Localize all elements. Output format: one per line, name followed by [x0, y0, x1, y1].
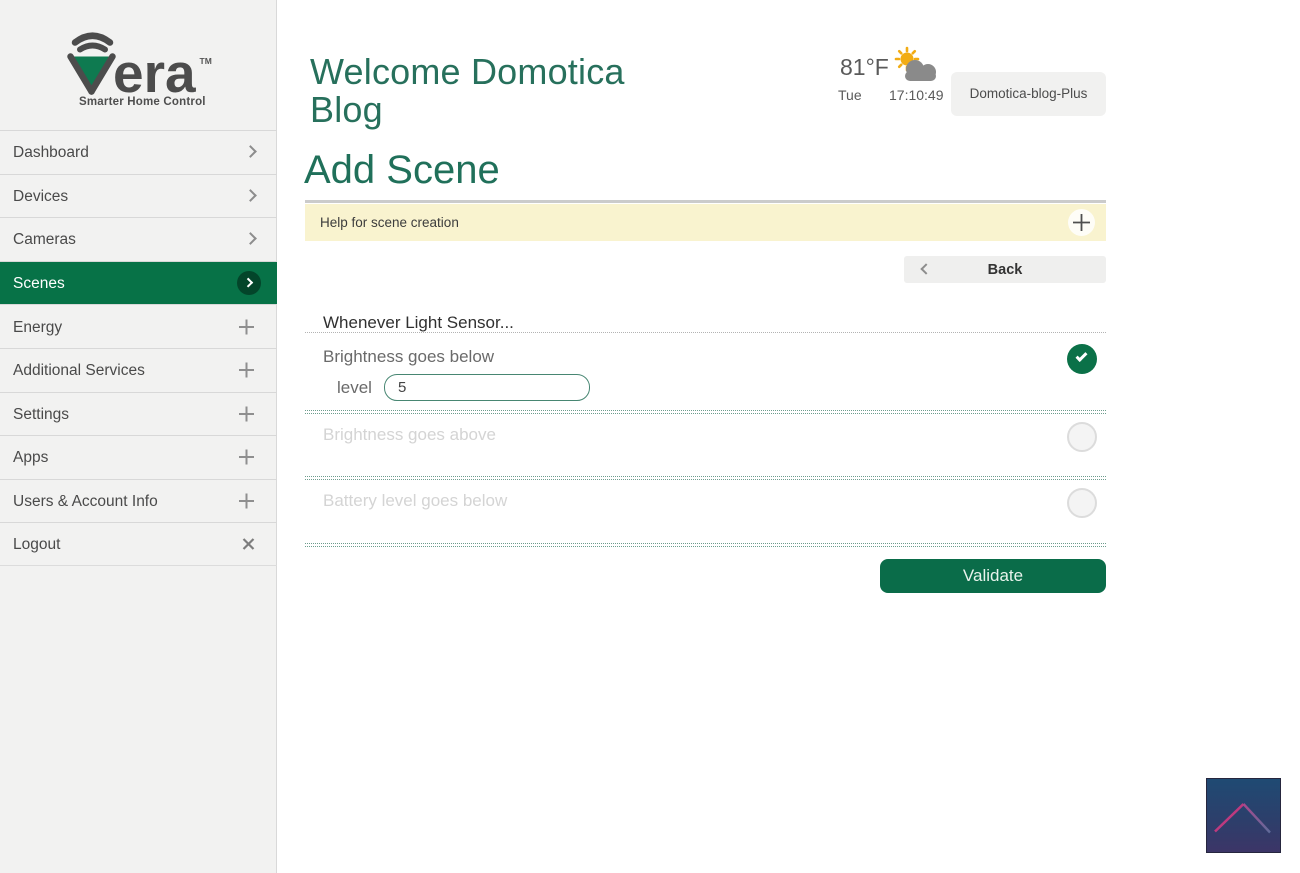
svg-text:Smarter Home Control: Smarter Home Control: [79, 96, 206, 108]
svg-text:TM: TM: [200, 56, 212, 66]
svg-text:era: era: [113, 42, 196, 104]
